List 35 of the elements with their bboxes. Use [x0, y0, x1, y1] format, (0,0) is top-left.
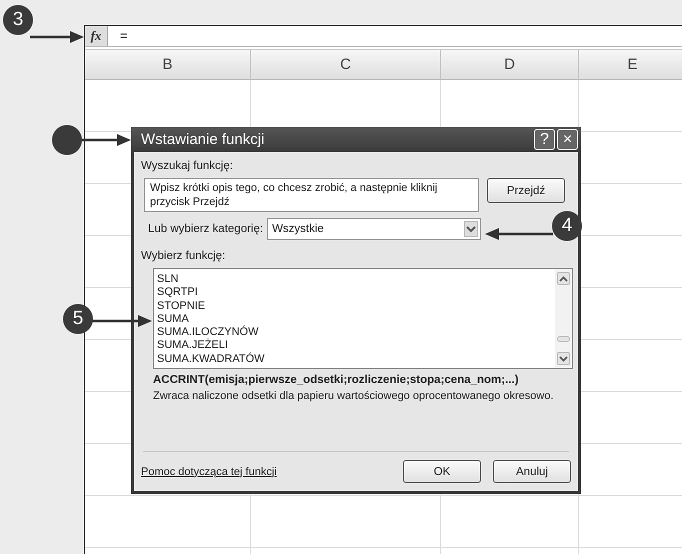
column-header[interactable]: D	[441, 50, 579, 80]
function-item[interactable]: SQRTPI	[157, 286, 555, 300]
function-item[interactable]: SUMA	[157, 312, 555, 326]
callout-dot	[52, 125, 82, 155]
column-header[interactable]: E	[579, 50, 682, 80]
scroll-down-icon[interactable]	[557, 352, 570, 365]
callout-badge: 5	[63, 304, 93, 334]
function-item[interactable]: SLN	[157, 273, 555, 286]
insert-function-button[interactable]: fx	[85, 26, 108, 46]
window-title: Wstawianie funkcji	[141, 131, 264, 148]
scrollbar[interactable]	[555, 269, 572, 368]
dialog-button[interactable]: OK	[403, 460, 481, 483]
search-label: Wyszukaj funkcję:	[141, 160, 234, 172]
function-item[interactable]: STOPNIE	[157, 300, 555, 313]
function-signature: ACCRINT(emisja;pierwsze_odsetki;rozliczenie;stopa;cena_nom;...)	[153, 374, 520, 386]
scroll-up-icon[interactable]	[557, 272, 570, 285]
column-header[interactable]: C	[251, 50, 441, 80]
function-description: Zwraca naliczone odsetki dla papieru wartościowego oprocentowanego okresowo.	[153, 390, 555, 402]
function-list-label: Wybierz funkcję:	[141, 250, 226, 262]
help-button[interactable]: ?	[534, 129, 555, 150]
function-item[interactable]: SUMA.JEŻELI	[157, 339, 555, 353]
scroll-thumb[interactable]	[557, 336, 570, 342]
callout-badge: 3	[3, 5, 33, 35]
help-link[interactable]: Pomoc dotycząca tej funkcji	[141, 466, 277, 478]
function-item[interactable]: SUMA.KWADRATÓW	[157, 352, 555, 366]
column-header[interactable]: B	[85, 50, 251, 80]
category-dropdown[interactable]: Wszystkie	[267, 218, 482, 240]
formula-input[interactable]: =	[108, 26, 128, 46]
dialog-button[interactable]: Anuluj	[493, 460, 571, 483]
function-item[interactable]: SUMA.ILOCZYNÓW	[157, 326, 555, 340]
search-field[interactable]: Wpisz krótki opis tego, co chcesz zrobić, a następnie kliknij przycisk Przejdź	[144, 178, 479, 212]
callout-arrow	[485, 228, 553, 240]
close-button[interactable]: ×	[557, 129, 578, 150]
category-label: Lub wybierz kategorię:	[148, 223, 264, 235]
go-button[interactable]: Przejdź	[487, 178, 565, 203]
